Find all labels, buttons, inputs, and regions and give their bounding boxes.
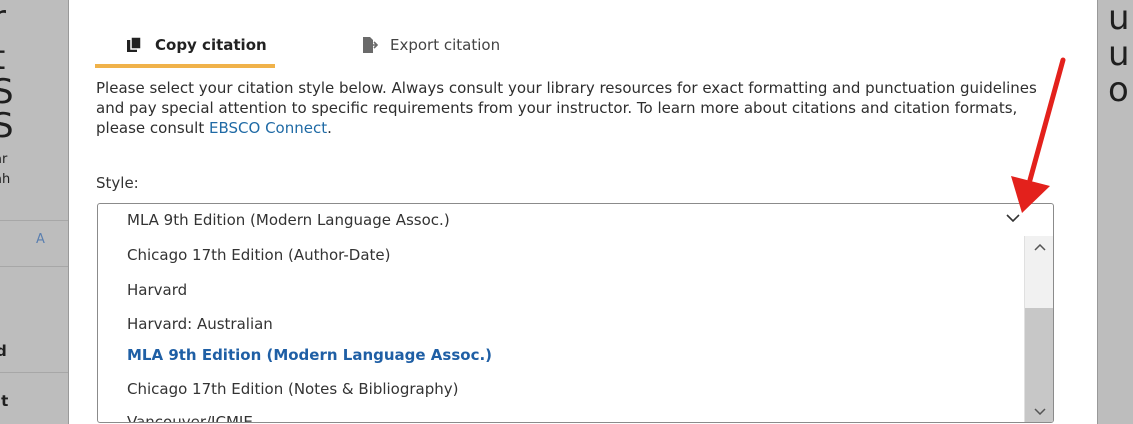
tab-copy-citation[interactable]: Copy citation	[125, 28, 267, 62]
citation-modal: Copy citation Export citation Please sel…	[68, 0, 1098, 424]
background-text-fragment: o	[1108, 70, 1129, 110]
background-text-fragment: u	[1108, 34, 1130, 74]
chevron-down-icon[interactable]	[1006, 214, 1020, 222]
citation-instructions: Please select your citation style below.…	[96, 78, 1056, 138]
style-option[interactable]: Harvard	[127, 281, 187, 299]
background-text-fragment: S	[0, 106, 14, 146]
style-option[interactable]: Chicago 17th Edition (Author-Date)	[127, 246, 390, 264]
citation-style-select[interactable]: MLA 9th Edition (Modern Language Assoc.)…	[97, 203, 1054, 423]
style-option[interactable]: Vancouver/ICMJE	[127, 413, 253, 422]
background-text-fragment: A	[36, 232, 45, 247]
background-text-fragment: ah	[0, 172, 11, 187]
export-icon	[360, 36, 379, 54]
background-text-fragment: ar	[0, 152, 8, 167]
scroll-down-icon[interactable]	[1034, 408, 1046, 415]
background-text-fragment: d	[0, 342, 7, 360]
active-tab-indicator	[95, 64, 275, 68]
scrollbar-thumb[interactable]	[1025, 308, 1053, 422]
citation-tabs: Copy citation Export citation	[95, 20, 1095, 66]
tab-export-label: Export citation	[390, 36, 501, 54]
tab-export-citation[interactable]: Export citation	[360, 28, 500, 62]
ebsco-connect-link[interactable]: EBSCO Connect	[209, 119, 327, 137]
style-option[interactable]: Chicago 17th Edition (Notes & Bibliograp…	[127, 380, 459, 398]
background-page-right: u u o	[1098, 0, 1133, 424]
style-option-selected[interactable]: MLA 9th Edition (Modern Language Assoc.)	[127, 346, 492, 364]
instructions-end: .	[327, 119, 332, 137]
style-option[interactable]: Harvard: Australian	[127, 315, 273, 333]
selected-style[interactable]: MLA 9th Edition (Modern Language Assoc.)	[98, 204, 1053, 236]
style-label: Style:	[96, 174, 139, 192]
background-text-fragment: u	[1108, 0, 1130, 38]
options-scrollbar[interactable]	[1024, 236, 1053, 422]
background-text-fragment: r	[0, 0, 6, 38]
background-page-left: r t S S ar ah A d it	[0, 0, 68, 424]
copy-icon	[125, 36, 143, 54]
scroll-up-icon[interactable]	[1034, 244, 1046, 251]
background-text-fragment: it	[0, 392, 9, 410]
tab-copy-label: Copy citation	[155, 36, 267, 54]
